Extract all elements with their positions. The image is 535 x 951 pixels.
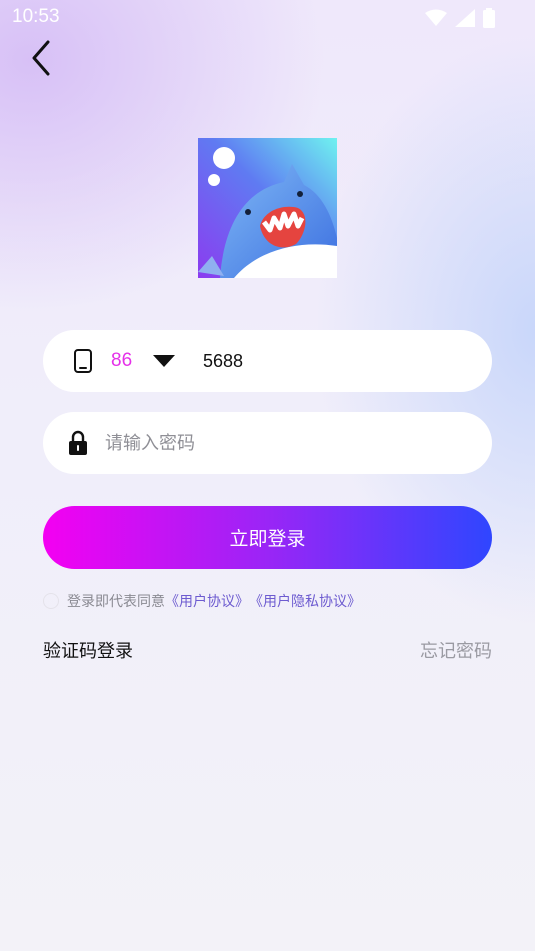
privacy-agreement-link[interactable]: 《用户隐私协议》 — [249, 591, 361, 611]
wifi-icon — [425, 9, 447, 31]
app-logo — [198, 138, 337, 278]
back-button[interactable] — [24, 40, 58, 80]
password-input[interactable] — [105, 432, 405, 454]
status-time: 10:53 — [12, 6, 60, 27]
login-button[interactable]: 立即登录 — [43, 506, 492, 569]
forgot-password-link[interactable]: 忘记密码 — [420, 637, 492, 663]
phone-field: 86 — [43, 330, 492, 392]
country-code[interactable]: 86 — [111, 350, 141, 372]
password-field — [43, 412, 492, 474]
phone-input[interactable] — [203, 350, 423, 372]
status-icons — [425, 8, 495, 32]
sms-login-link[interactable]: 验证码登录 — [43, 637, 133, 663]
agreement-row: 登录即代表同意 《用户协议》 《用户隐私协议》 — [43, 591, 361, 611]
phone-icon — [71, 347, 95, 375]
chevron-left-icon — [30, 40, 52, 80]
status-bar: 10:53 — [0, 0, 535, 36]
battery-icon — [483, 8, 495, 32]
agreement-checkbox[interactable] — [43, 593, 59, 609]
caret-down-icon[interactable] — [153, 354, 175, 368]
agreement-text: 登录即代表同意 — [67, 594, 165, 610]
lock-icon — [67, 429, 89, 457]
user-agreement-link[interactable]: 《用户协议》 — [165, 591, 249, 611]
signal-icon — [455, 9, 475, 31]
shark-logo-icon — [198, 138, 337, 278]
